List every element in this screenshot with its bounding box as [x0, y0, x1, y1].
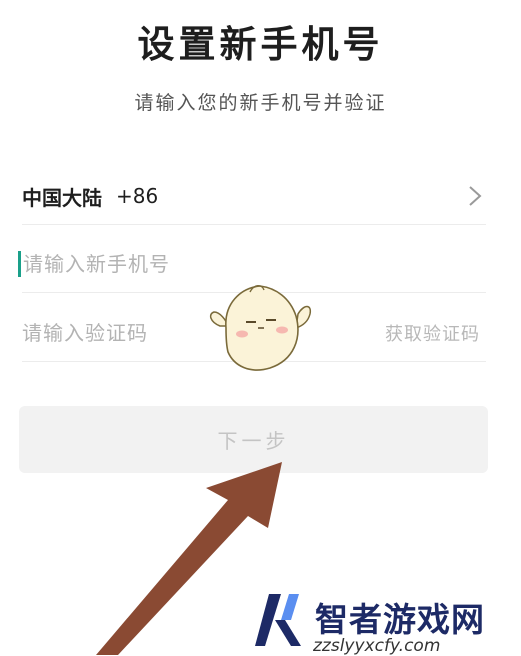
- phone-field[interactable]: [18, 243, 486, 285]
- divider: [22, 224, 486, 225]
- get-code-button[interactable]: 获取验证码: [385, 320, 480, 346]
- mascot-sticker: [209, 285, 312, 371]
- region-selector[interactable]: 中国大陆 +86: [22, 172, 486, 220]
- chevron-right-icon: [469, 186, 482, 206]
- page-subtitle: 请输入您的新手机号并验证: [134, 92, 387, 114]
- next-step-button[interactable]: 下一步: [19, 406, 488, 473]
- page-title: 设置新手机号: [137, 22, 384, 66]
- text-caret: [18, 251, 21, 277]
- site-name: 智者游戏网: [315, 599, 485, 639]
- phone-input[interactable]: [23, 252, 323, 276]
- site-watermark: 智者游戏网 zzslyyxcfy.com: [255, 584, 521, 656]
- site-url: zzslyyxcfy.com: [313, 635, 441, 656]
- country-code: +86: [116, 184, 159, 208]
- site-logo-icon: [255, 593, 301, 646]
- region-label: 中国大陆: [22, 185, 102, 210]
